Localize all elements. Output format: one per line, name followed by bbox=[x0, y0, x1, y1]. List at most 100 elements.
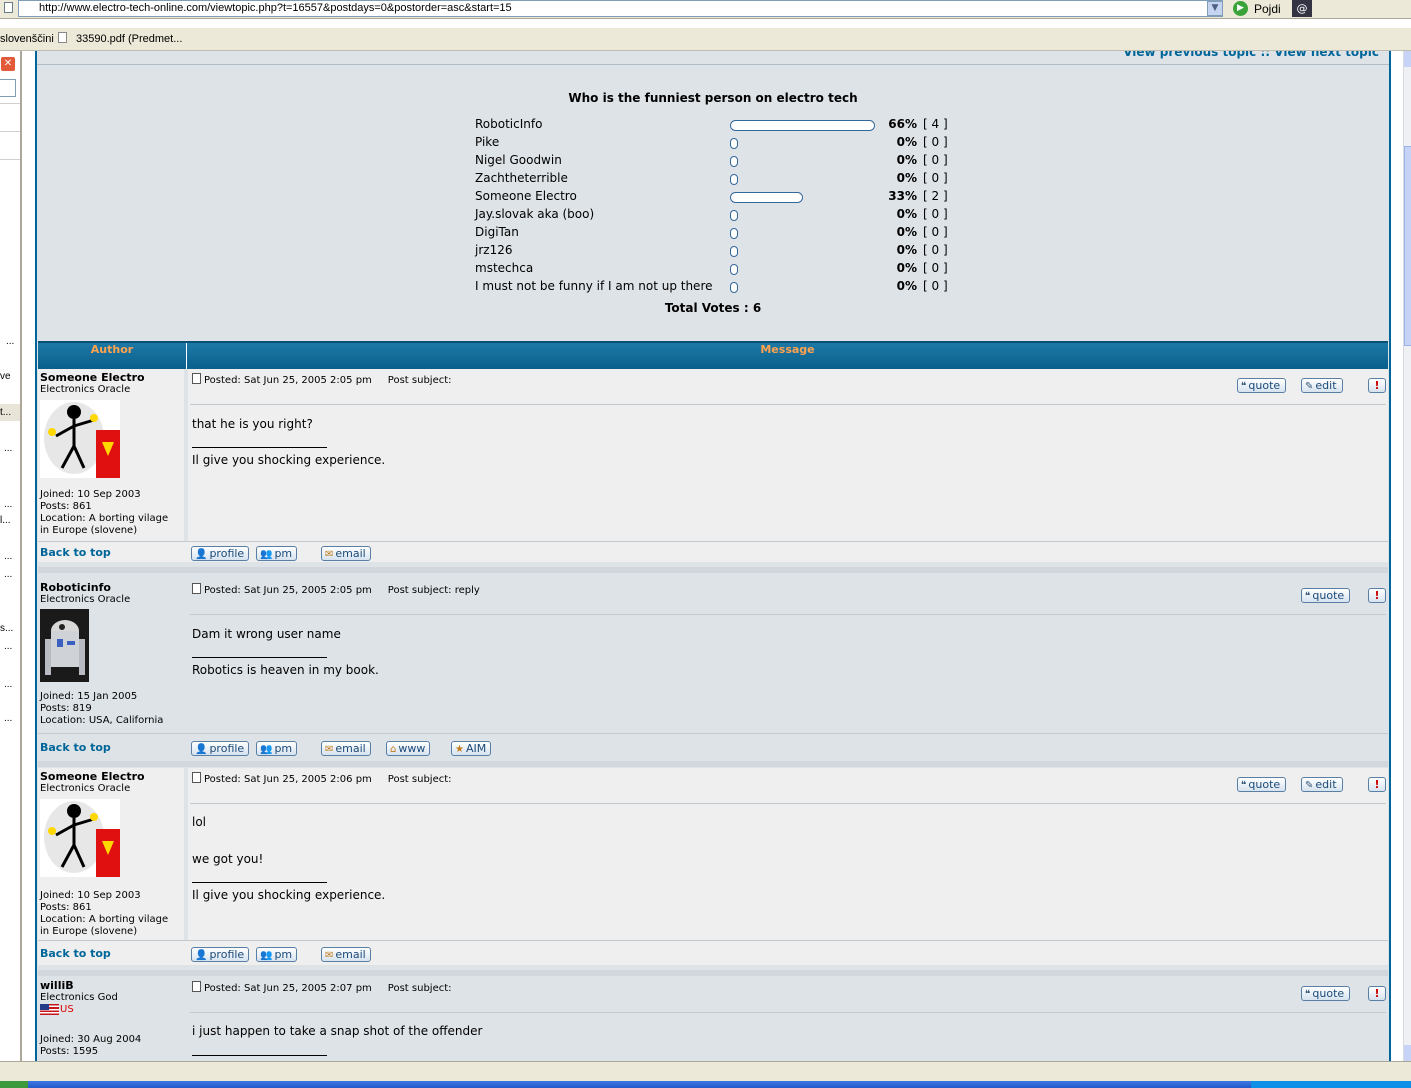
report-button[interactable]: ! bbox=[1368, 378, 1386, 393]
side-item[interactable]: ... bbox=[6, 336, 14, 347]
author-name[interactable]: Roboticinfo bbox=[40, 581, 111, 594]
post-body-line: lol bbox=[192, 815, 207, 829]
side-item[interactable]: ... bbox=[4, 641, 12, 652]
pdf-file-icon bbox=[58, 32, 67, 43]
bookmark-item-pdf[interactable]: 33590.pdf (Predmet... bbox=[76, 33, 182, 45]
poll-bar bbox=[730, 228, 738, 239]
poll-option-percent: 66% bbox=[888, 117, 917, 131]
posts-table-header: Author Message bbox=[38, 341, 1388, 369]
email-button[interactable]: ✉ email bbox=[321, 546, 371, 561]
profile-button[interactable]: 👤 profile bbox=[191, 947, 250, 962]
start-button[interactable] bbox=[0, 1081, 28, 1088]
us-flag-icon bbox=[40, 1004, 59, 1015]
side-item[interactable]: ... bbox=[4, 679, 12, 690]
side-item[interactable]: ... bbox=[4, 569, 12, 580]
url-input[interactable]: http://www.electro-tech-online.com/viewt… bbox=[18, 0, 1223, 17]
bookmark-item[interactable]: slovenščini bbox=[0, 33, 54, 45]
pm-button[interactable]: 👥 pm bbox=[256, 546, 298, 561]
back-to-top-link[interactable]: Back to top bbox=[40, 741, 111, 754]
www-button[interactable]: ⌂ www bbox=[386, 741, 431, 756]
author-location: Location: USA, California bbox=[40, 715, 164, 726]
side-item[interactable]: l... bbox=[0, 515, 11, 526]
quote-button[interactable]: ❝ quote bbox=[1301, 588, 1351, 603]
scroll-up-arrow-icon[interactable] bbox=[1404, 51, 1411, 67]
side-item[interactable]: ve bbox=[0, 371, 11, 382]
post-signature: Il give you shocking experience. bbox=[192, 888, 386, 902]
post-subject: reply bbox=[454, 585, 480, 596]
poll-option: DigiTan 0% [ 0 ] bbox=[475, 225, 1075, 243]
pm-button[interactable]: 👥 pm bbox=[256, 741, 298, 756]
post-author-cell: Roboticinfo Electronics Oracle Joined: 1 bbox=[38, 579, 186, 733]
side-item[interactable]: ... bbox=[4, 551, 12, 562]
side-item[interactable]: t... bbox=[0, 407, 11, 418]
poll-option-count: [ 0 ] bbox=[923, 153, 948, 167]
back-to-top-link[interactable]: Back to top bbox=[40, 546, 111, 559]
report-button[interactable]: ! bbox=[1368, 588, 1386, 603]
side-item[interactable]: ... bbox=[4, 499, 12, 510]
poll-option-percent: 0% bbox=[896, 279, 917, 293]
report-button[interactable]: ! bbox=[1368, 777, 1386, 792]
post-footer: Back to top 👤 profile 👥 pm ✉ email bbox=[38, 541, 1388, 562]
profile-button[interactable]: 👤 profile bbox=[191, 741, 250, 756]
profile-button[interactable]: 👤 profile bbox=[191, 546, 250, 561]
quote-button[interactable]: ❝ quote bbox=[1237, 777, 1287, 792]
poll-option-percent: 0% bbox=[896, 207, 917, 221]
back-to-top-link[interactable]: Back to top bbox=[40, 947, 111, 960]
quote-button[interactable]: ❝ quote bbox=[1237, 378, 1287, 393]
poll-option-percent: 0% bbox=[896, 243, 917, 257]
author-country: US bbox=[60, 1004, 74, 1015]
poll-bar bbox=[730, 156, 738, 167]
post-icon bbox=[192, 981, 201, 992]
post-footer: Back to top 👤 profile 👥 pm ✉ email ⌂ www ★ AI… bbox=[38, 733, 1388, 760]
post-message-cell: Posted: Sat Jun 25, 2005 2:05 pm Post sub… bbox=[188, 369, 1388, 541]
prev-topic-link[interactable]: View previous topic bbox=[1123, 51, 1256, 59]
scrollbar-thumb[interactable] bbox=[1404, 146, 1411, 346]
chevron-down-icon[interactable]: ▼ bbox=[1207, 1, 1223, 16]
author-rank: Electronics God bbox=[40, 992, 118, 1003]
report-button[interactable]: ! bbox=[1368, 986, 1386, 1001]
quote-button[interactable]: ❝ quote bbox=[1301, 986, 1351, 1001]
column-header-message: Message bbox=[760, 343, 815, 356]
post-author-cell: Someone Electro Electronics Oracle Joine… bbox=[38, 369, 186, 541]
author-location: Location: A borting vilage bbox=[40, 914, 169, 925]
divider bbox=[0, 131, 20, 132]
author-name[interactable]: Someone Electro bbox=[40, 371, 145, 384]
aim-button[interactable]: ★ AIM bbox=[451, 741, 492, 756]
poll-option-name: Jay.slovak aka (boo) bbox=[475, 207, 595, 221]
post-message-cell: Posted: Sat Jun 25, 2005 2:05 pm Post sub… bbox=[188, 579, 1388, 733]
poll-option: Zachtheterrible 0% [ 0 ] bbox=[475, 171, 1075, 189]
poll-total-votes: Total Votes : 6 bbox=[664, 301, 762, 315]
divider bbox=[190, 614, 1386, 615]
side-item[interactable]: s... bbox=[0, 623, 13, 634]
users-icon: 👥 bbox=[260, 549, 273, 560]
email-button[interactable]: ✉ email bbox=[321, 741, 371, 756]
side-item[interactable]: ... bbox=[4, 713, 12, 724]
system-tray bbox=[1251, 1081, 1411, 1088]
go-button[interactable]: Pojdi bbox=[1254, 2, 1281, 16]
side-search-input[interactable] bbox=[0, 79, 16, 97]
edit-button[interactable]: ✎ edit bbox=[1301, 378, 1343, 393]
side-panel: ✕ ... ve t... ... ... l... ... ... s... … bbox=[0, 51, 22, 1061]
home-icon: ⌂ bbox=[390, 744, 397, 755]
poll-option-name: DigiTan bbox=[475, 225, 519, 239]
toolbar-extension-icon[interactable]: @ bbox=[1292, 0, 1312, 17]
pm-button[interactable]: 👥 pm bbox=[256, 947, 298, 962]
next-topic-link[interactable]: View next topic bbox=[1274, 51, 1379, 59]
avatar bbox=[40, 400, 120, 478]
email-button[interactable]: ✉ email bbox=[321, 947, 371, 962]
side-item[interactable]: ... bbox=[4, 443, 12, 454]
scroll-down-arrow-icon[interactable] bbox=[1404, 1045, 1411, 1061]
vertical-scrollbar[interactable] bbox=[1403, 51, 1411, 1061]
poll-option: RoboticInfo 66% [ 4 ] bbox=[475, 117, 1075, 135]
close-icon[interactable]: ✕ bbox=[1, 57, 15, 71]
post-signature: Robotics is heaven in my book. bbox=[192, 663, 379, 677]
quote-icon: ❝ bbox=[1305, 989, 1311, 1000]
edit-button[interactable]: ✎ edit bbox=[1301, 777, 1343, 792]
poll-option-percent: 33% bbox=[888, 189, 917, 203]
go-arrow-icon[interactable]: ▶ bbox=[1233, 1, 1248, 16]
post-header: Posted: Sat Jun 25, 2005 2:05 pm Post sub… bbox=[192, 373, 452, 386]
author-name[interactable]: williB bbox=[40, 979, 74, 992]
author-name[interactable]: Someone Electro bbox=[40, 770, 145, 783]
poll-bar bbox=[730, 264, 738, 275]
poll-option-name: Zachtheterrible bbox=[475, 171, 568, 185]
